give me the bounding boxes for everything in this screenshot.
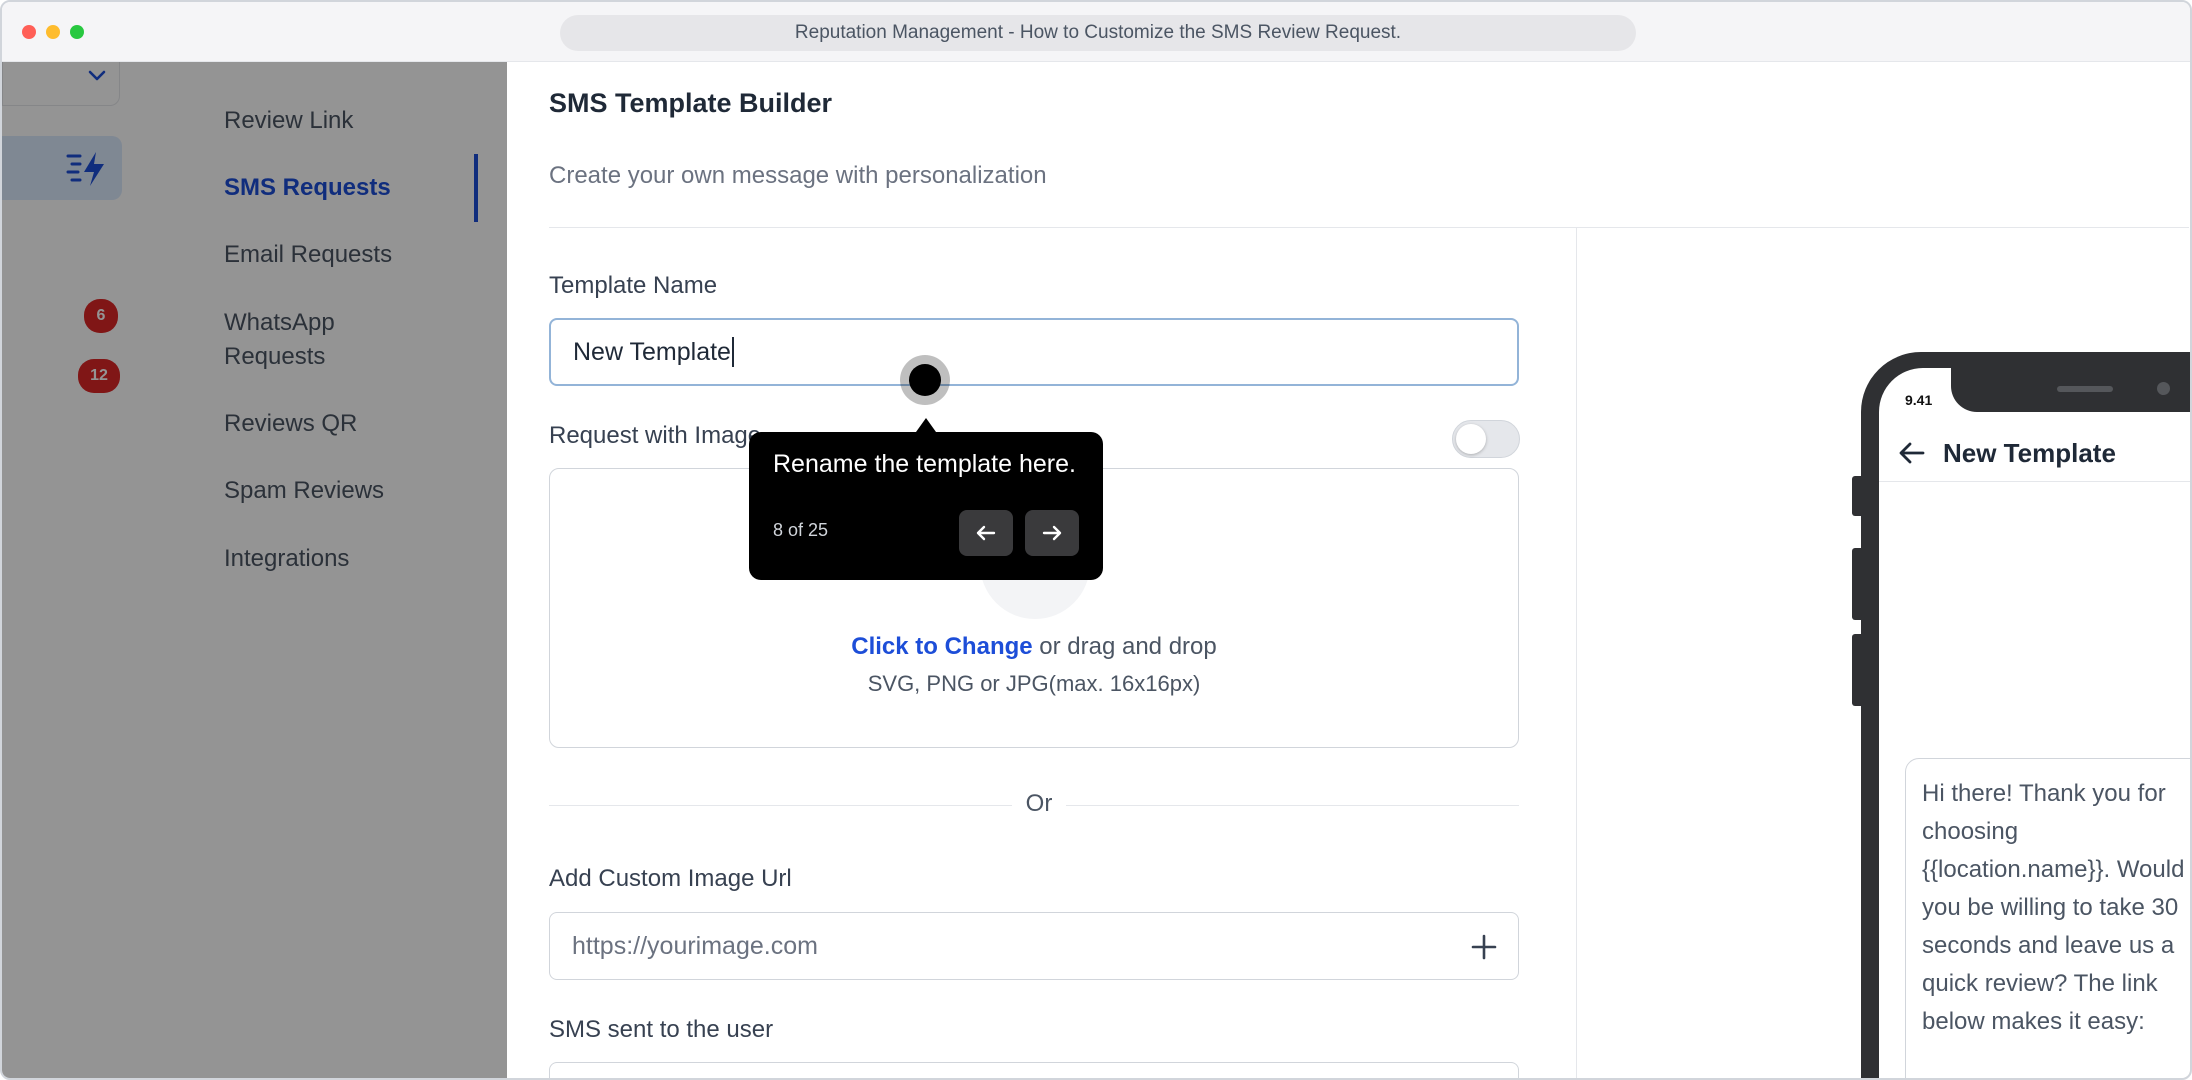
toggle-knob [1456, 424, 1486, 454]
minimize-window-button[interactable] [46, 25, 60, 39]
preview-header: New Template [1879, 428, 2190, 482]
tour-tooltip: Rename the template here. 8 of 25 [749, 432, 1103, 580]
request-with-image-label: Request with Image [549, 422, 762, 449]
custom-image-url-input[interactable]: https://yourimage.com [549, 912, 1519, 980]
tour-previous-button[interactable] [959, 510, 1013, 556]
tooltip-text: Rename the template here. [773, 450, 1076, 478]
window-title: Reputation Management - How to Customize… [560, 15, 1636, 51]
preview-title: New Template [1943, 438, 2116, 468]
arrow-left-icon [976, 525, 996, 541]
plus-icon[interactable] [1470, 933, 1498, 961]
phone-notch [1951, 368, 2190, 412]
sms-sent-label: SMS sent to the user [549, 1016, 774, 1043]
phone-button [1852, 476, 1862, 516]
tour-overlay [2, 62, 507, 1078]
dropzone-formats: SVG, PNG or JPG(max. 16x16px) [867, 671, 1201, 696]
custom-image-label: Add Custom Image Url [549, 865, 792, 892]
tour-next-button[interactable] [1025, 510, 1079, 556]
custom-image-placeholder: https://yourimage.com [572, 931, 818, 960]
page-title: SMS Template Builder [549, 88, 833, 118]
arrow-right-icon [1042, 525, 1062, 541]
browser-window: Reputation Management - How to Customize… [0, 0, 2192, 1080]
divider [549, 227, 2189, 228]
or-text: Or [1012, 790, 1066, 818]
template-name-label: Template Name [549, 272, 718, 299]
phone-speaker [2057, 386, 2113, 392]
page-subtitle: Create your own message with personaliza… [549, 162, 1047, 189]
tooltip-step-count: 8 of 25 [773, 520, 829, 540]
text-caret [731, 337, 734, 367]
divider [1576, 228, 1577, 1078]
phone-button [1852, 634, 1862, 706]
dropzone-instructions: Click to Change or drag and drop [550, 633, 1518, 661]
phone-camera [2157, 382, 2170, 395]
template-name-value: New Template [573, 337, 731, 366]
tooltip-arrow [916, 418, 936, 432]
sms-preview-bubble: Hi there! Thank you for choosing {{locat… [1905, 758, 2190, 1078]
tour-pointer [909, 364, 941, 396]
template-name-input[interactable]: New Template [549, 318, 1519, 386]
phone-screen: 9.41 New Template Hi there! Thank you fo… [1879, 368, 2190, 1078]
phone-time: 9.41 [1905, 392, 1933, 408]
back-arrow-icon [1899, 442, 1925, 464]
title-bar: Reputation Management - How to Customize… [2, 2, 2190, 62]
sms-message-editor[interactable] [549, 1062, 1519, 1078]
phone-button [1852, 548, 1862, 620]
click-to-change-link[interactable]: Click to Change [851, 633, 1032, 660]
maximize-window-button[interactable] [70, 25, 84, 39]
drag-drop-text: or drag and drop [1032, 633, 1217, 660]
close-window-button[interactable] [22, 25, 36, 39]
request-with-image-toggle[interactable] [1452, 420, 1520, 458]
